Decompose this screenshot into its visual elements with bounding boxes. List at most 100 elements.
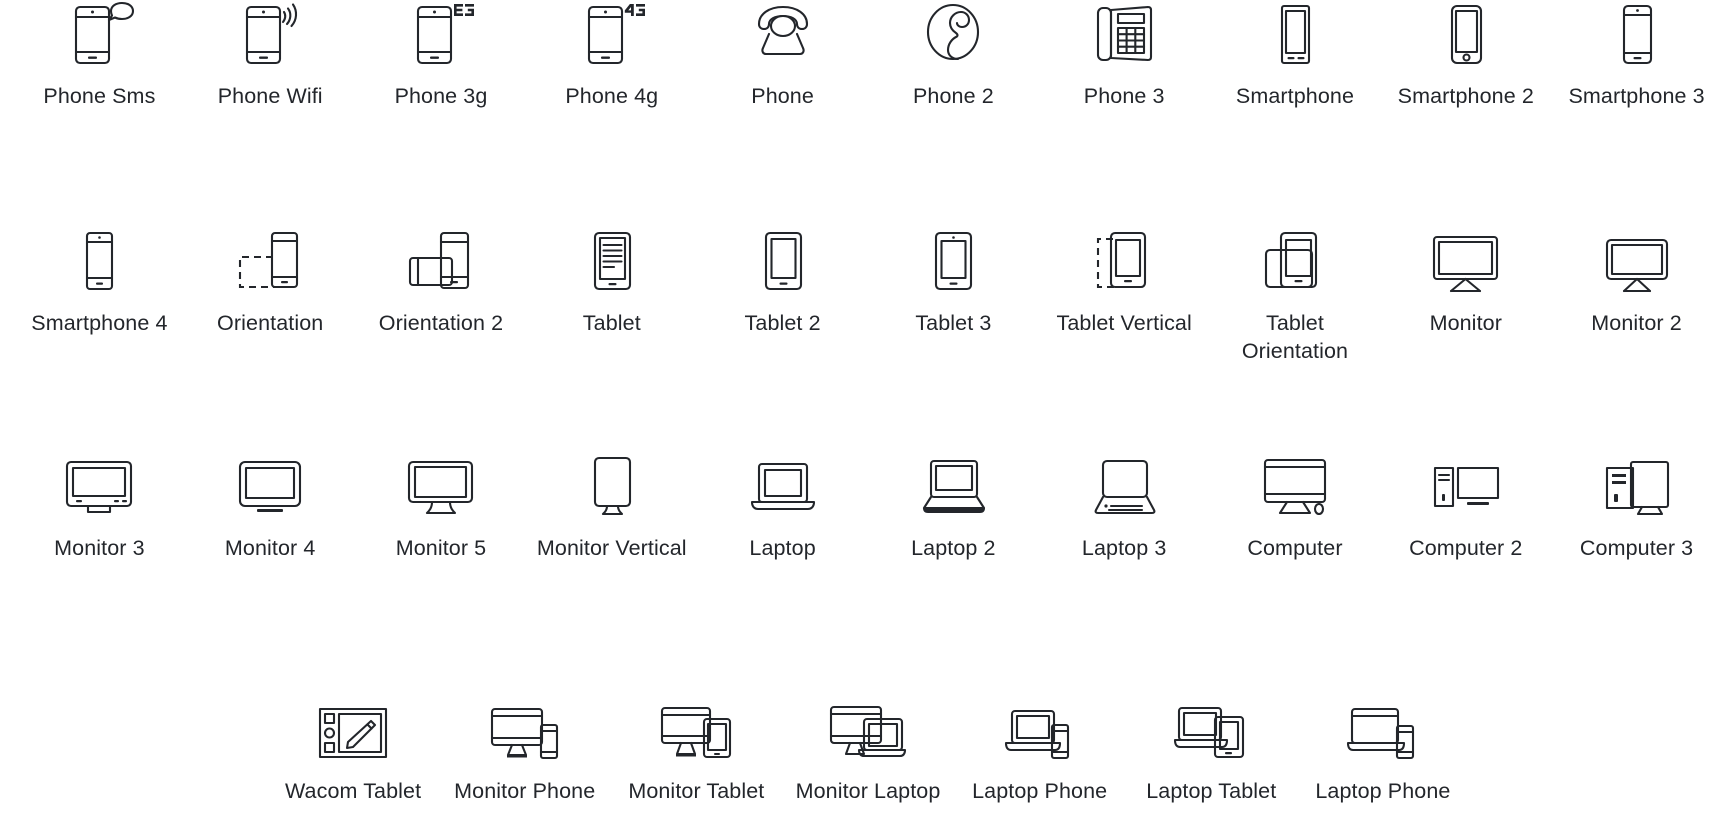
icon-label: Phone 4g <box>565 84 659 108</box>
computer-3-icon[interactable] <box>1598 403 1676 518</box>
icon-cell-monitor-3[interactable]: Monitor 3 <box>14 403 185 631</box>
icon-cell-laptop-tablet[interactable]: Laptop Tablet <box>1125 631 1297 822</box>
smartphone-2-icon[interactable] <box>1430 0 1502 66</box>
icon-label: Monitor Phone <box>454 779 596 803</box>
wacom-tablet-icon[interactable] <box>316 631 390 761</box>
monitor-tablet-icon[interactable] <box>659 631 733 761</box>
icon-label: Monitor Tablet <box>628 779 765 803</box>
icon-cell-tablet-2[interactable]: Tablet 2 <box>697 175 868 403</box>
tablet-icon[interactable] <box>576 175 648 293</box>
icon-label: Monitor Vertical <box>536 536 687 560</box>
monitor-3-icon[interactable] <box>60 403 138 518</box>
laptop-phone-icon[interactable] <box>1003 631 1077 761</box>
icon-label: Tablet <box>582 311 641 335</box>
icon-cell-monitor-laptop[interactable]: Monitor Laptop <box>782 631 954 822</box>
icon-label: Phone <box>751 84 814 108</box>
computer-icon[interactable] <box>1256 403 1334 518</box>
laptop-phone-2-icon[interactable] <box>1346 631 1420 761</box>
icon-label: Monitor 2 <box>1591 311 1682 335</box>
icon-cell-laptop-2[interactable]: Laptop 2 <box>868 403 1039 631</box>
phone-wifi-icon[interactable] <box>234 0 306 66</box>
monitor-phone-icon[interactable] <box>488 631 562 761</box>
icon-cell-computer-2[interactable]: Computer 2 <box>1380 403 1551 631</box>
icon-cell-phone-3g[interactable]: Phone 3g <box>356 0 527 175</box>
icon-cell-phone-4g[interactable]: Phone 4g <box>526 0 697 175</box>
monitor-4-icon[interactable] <box>231 403 309 518</box>
icon-label: Monitor 3 <box>54 536 145 560</box>
icon-cell-orientation[interactable]: Orientation <box>185 175 356 403</box>
icon-cell-laptop-phone[interactable]: Laptop Phone <box>954 631 1126 822</box>
icon-label: Tablet Vertical <box>1056 311 1192 335</box>
icon-cell-monitor[interactable]: Monitor <box>1380 175 1551 403</box>
tablet-vertical-icon[interactable] <box>1085 175 1163 293</box>
icon-cell-wacom-tablet[interactable]: Wacom Tablet <box>267 631 439 822</box>
icon-cell-phone[interactable]: Phone <box>697 0 868 175</box>
monitor-5-icon[interactable] <box>402 403 480 518</box>
icon-label: Phone Wifi <box>217 84 323 108</box>
icon-label: Laptop 2 <box>911 536 996 560</box>
icon-cell-laptop[interactable]: Laptop <box>697 403 868 631</box>
monitor-laptop-icon[interactable] <box>829 631 907 761</box>
tablet-orientation-icon[interactable] <box>1256 175 1334 293</box>
icon-cell-monitor-2[interactable]: Monitor 2 <box>1551 175 1722 403</box>
phone-3g-icon[interactable] <box>405 0 477 66</box>
phone-4g-icon[interactable] <box>576 0 648 66</box>
icon-cell-tablet[interactable]: Tablet <box>526 175 697 403</box>
icon-label: Smartphone 4 <box>31 311 168 335</box>
orientation-2-icon[interactable] <box>402 175 480 293</box>
icon-cell-phone-2[interactable]: Phone 2 <box>868 0 1039 175</box>
icon-cell-computer-3[interactable]: Computer 3 <box>1551 403 1722 631</box>
icon-cell-monitor-vertical[interactable]: Monitor Vertical <box>526 403 697 631</box>
icon-cell-monitor-tablet[interactable]: Monitor Tablet <box>611 631 783 822</box>
smartphone-3-icon[interactable] <box>1601 0 1673 66</box>
orientation-icon[interactable] <box>231 175 309 293</box>
icon-label: Tablet Orientation <box>1241 311 1349 363</box>
icon-cell-smartphone[interactable]: Smartphone <box>1210 0 1381 175</box>
computer-2-icon[interactable] <box>1427 403 1505 518</box>
icon-label: Tablet 3 <box>915 311 992 335</box>
monitor-icon[interactable] <box>1427 175 1505 293</box>
icon-cell-laptop-phone-2[interactable]: Laptop Phone <box>1297 631 1469 822</box>
phone-handset-icon[interactable] <box>917 0 989 66</box>
laptop-2-icon[interactable] <box>914 403 992 518</box>
icon-grid-sheet: Phone Sms Phone Wifi Phone 3g Phone 4g P… <box>0 0 1736 822</box>
icon-label: Computer <box>1247 536 1343 560</box>
icon-cell-monitor-4[interactable]: Monitor 4 <box>185 403 356 631</box>
tablet-3-icon[interactable] <box>917 175 989 293</box>
icon-cell-tablet-3[interactable]: Tablet 3 <box>868 175 1039 403</box>
icon-cell-monitor-5[interactable]: Monitor 5 <box>356 403 527 631</box>
icon-cell-monitor-phone[interactable]: Monitor Phone <box>439 631 611 822</box>
icon-label: Phone 3 <box>1083 84 1165 108</box>
laptop-icon[interactable] <box>744 403 822 518</box>
phone-desk-icon[interactable] <box>1088 0 1160 66</box>
phone-rotary-icon[interactable] <box>747 0 819 66</box>
icon-cell-computer[interactable]: Computer <box>1210 403 1381 631</box>
phone-sms-icon[interactable] <box>63 0 135 66</box>
tablet-2-icon[interactable] <box>747 175 819 293</box>
monitor-vertical-icon[interactable] <box>576 403 648 518</box>
icon-cell-phone-wifi[interactable]: Phone Wifi <box>185 0 356 175</box>
icon-cell-tablet-vertical[interactable]: Tablet Vertical <box>1039 175 1210 403</box>
icon-cell-smartphone-3[interactable]: Smartphone 3 <box>1551 0 1722 175</box>
icon-label: Computer 2 <box>1409 536 1523 560</box>
icon-row-4: Wacom Tablet Monitor Phone Monitor Table… <box>14 631 1722 822</box>
icon-row-1: Phone Sms Phone Wifi Phone 3g Phone 4g P… <box>14 0 1722 175</box>
smartphone-4-icon[interactable] <box>63 175 135 293</box>
icon-cell-orientation-2[interactable]: Orientation 2 <box>356 175 527 403</box>
icon-label: Smartphone 2 <box>1397 84 1534 108</box>
laptop-tablet-icon[interactable] <box>1174 631 1248 761</box>
icon-cell-phone-3[interactable]: Phone 3 <box>1039 0 1210 175</box>
icon-label: Laptop Phone <box>1315 779 1451 803</box>
icon-cell-smartphone-4[interactable]: Smartphone 4 <box>14 175 185 403</box>
icon-label: Smartphone <box>1235 84 1355 108</box>
icon-cell-phone-sms[interactable]: Phone Sms <box>14 0 185 175</box>
smartphone-icon[interactable] <box>1259 0 1331 66</box>
icon-label: Phone 3g <box>394 84 488 108</box>
icon-cell-tablet-orientation[interactable]: Tablet Orientation <box>1210 175 1381 403</box>
icon-label: Monitor <box>1429 311 1502 335</box>
laptop-3-icon[interactable] <box>1085 403 1163 518</box>
icon-cell-laptop-3[interactable]: Laptop 3 <box>1039 403 1210 631</box>
monitor-2-icon[interactable] <box>1598 175 1676 293</box>
icon-cell-smartphone-2[interactable]: Smartphone 2 <box>1380 0 1551 175</box>
icon-label: Smartphone 3 <box>1568 84 1705 108</box>
